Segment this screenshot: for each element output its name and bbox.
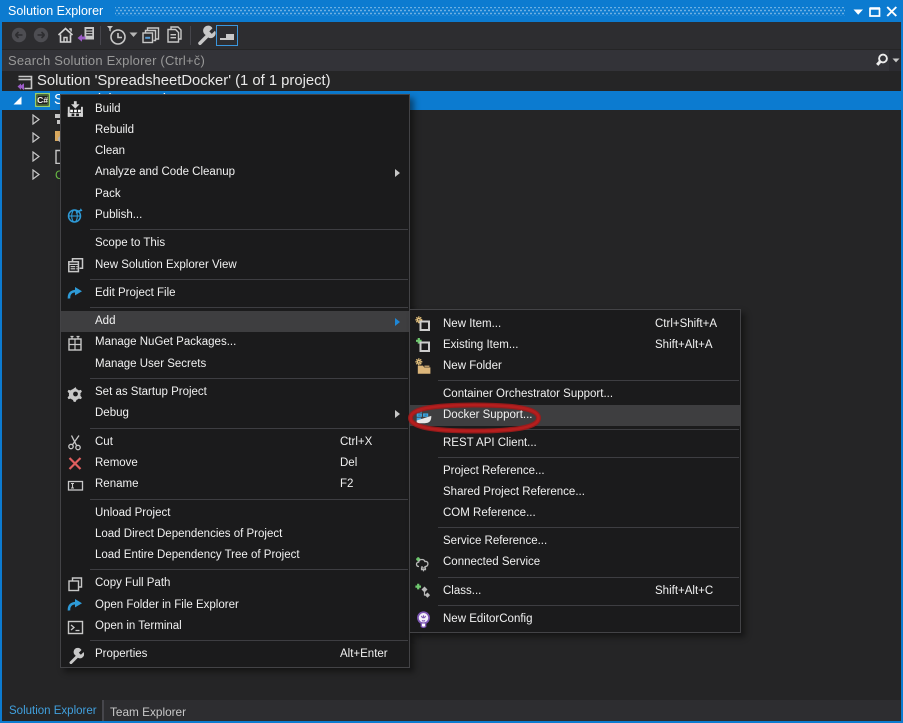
svg-text:C#: C# — [37, 95, 48, 105]
